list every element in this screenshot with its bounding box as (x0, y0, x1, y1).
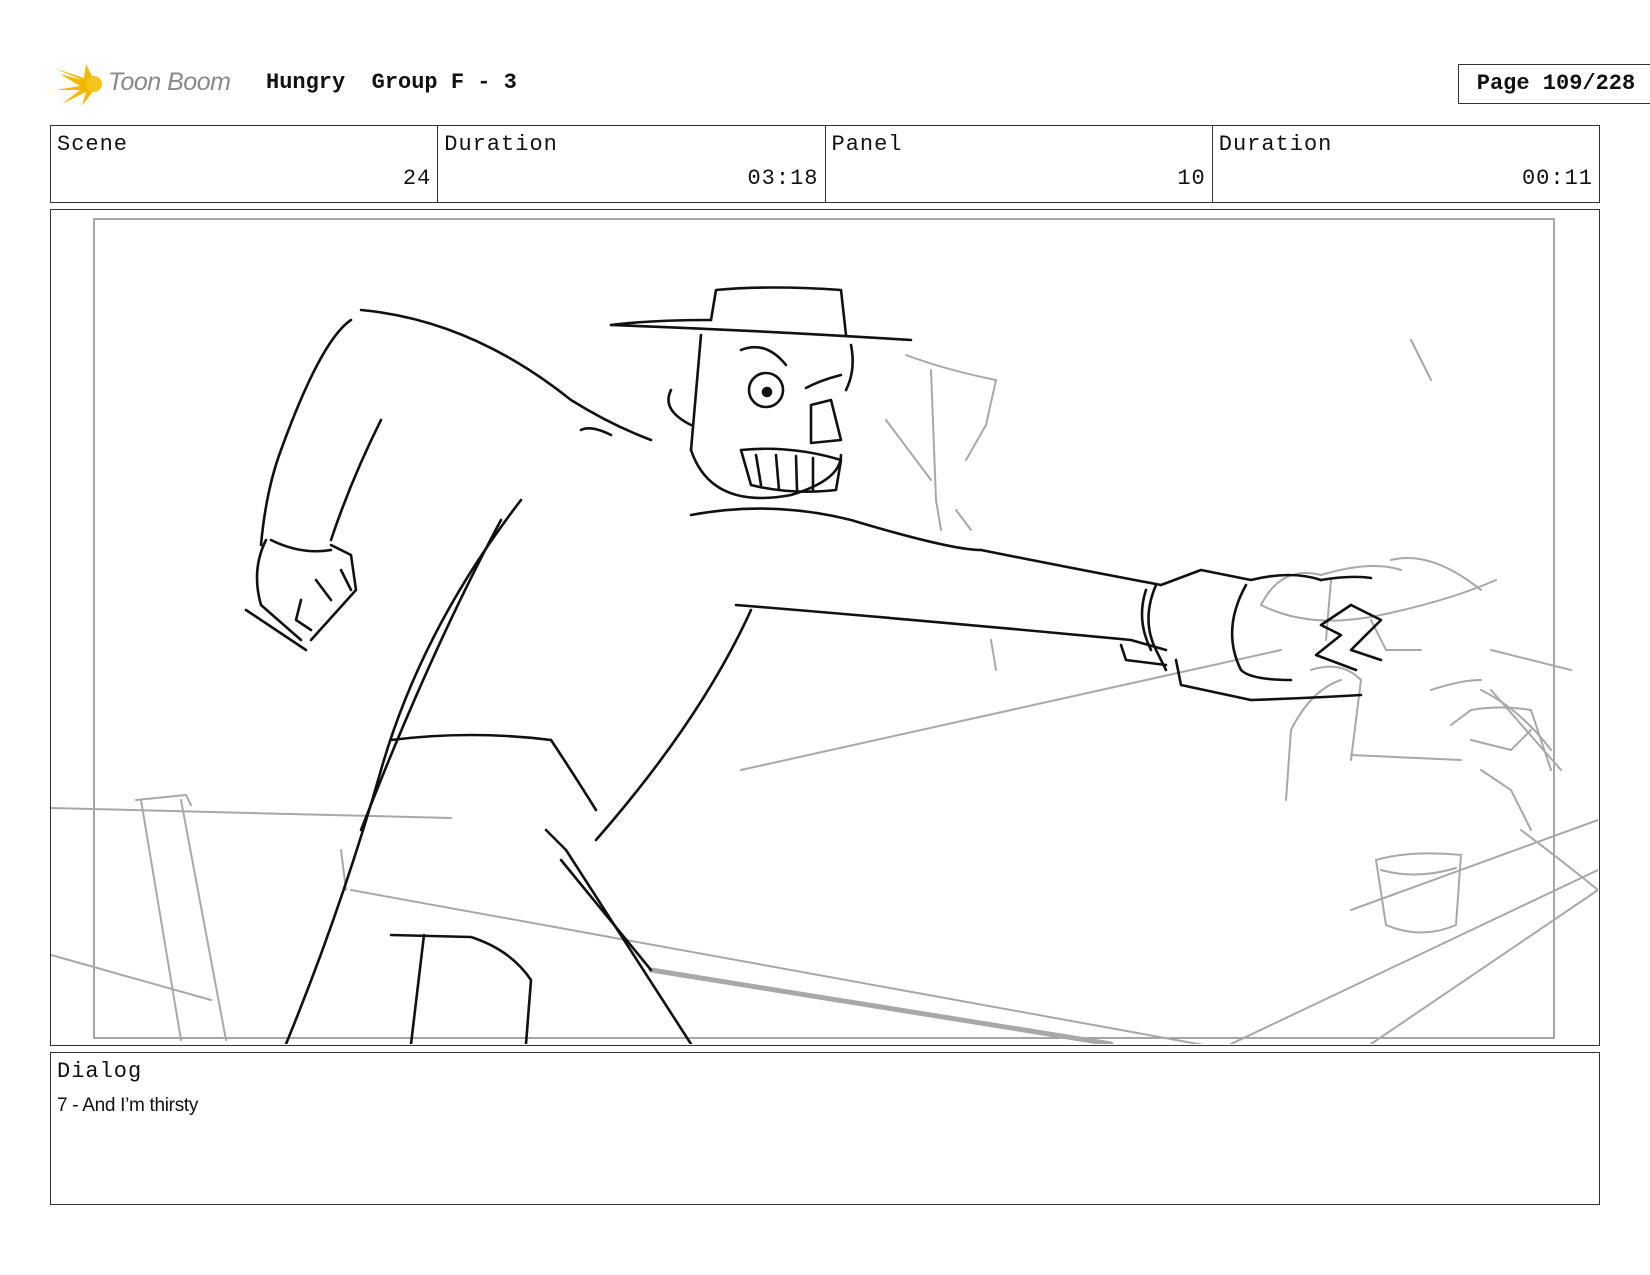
panel-sketch (51, 218, 1598, 1044)
dialog-label: Dialog (57, 1059, 143, 1084)
dialog-text: 7 - And I’m thirsty (57, 1095, 199, 1116)
panel-duration-label: Duration (1218, 132, 1333, 157)
safe-frame (93, 218, 1555, 1039)
scene-duration-label: Duration (444, 132, 558, 157)
scene-duration-cell: Duration 03:18 (438, 126, 826, 202)
page-header: Toon Boom Hungry Group F - 3 Page 109/22… (52, 58, 1650, 110)
dialog-box: Dialog 7 - And I’m thirsty (50, 1052, 1600, 1205)
page-number: Page 109/228 (1458, 64, 1650, 104)
panel-info-row: Scene 24 Duration 03:18 Panel 10 Duratio… (50, 125, 1600, 203)
storyboard-panel (50, 209, 1600, 1046)
toon-boom-logo: Toon Boom (52, 58, 252, 110)
panel-duration-value: 00:11 (1521, 166, 1593, 191)
scene-duration-value: 03:18 (747, 166, 819, 191)
panel-label: Panel (831, 132, 903, 157)
scene-label: Scene (57, 132, 129, 157)
starburst-icon (54, 64, 102, 106)
panel-cell: Panel 10 (826, 126, 1213, 202)
logo-text: Toon Boom (108, 68, 231, 96)
scene-cell: Scene 24 (51, 126, 439, 202)
panel-duration-cell: Duration 00:11 (1213, 126, 1599, 202)
panel-value: 10 (1177, 166, 1206, 191)
scene-value: 24 (402, 166, 432, 191)
project-title: Hungry Group F - 3 (266, 70, 517, 95)
